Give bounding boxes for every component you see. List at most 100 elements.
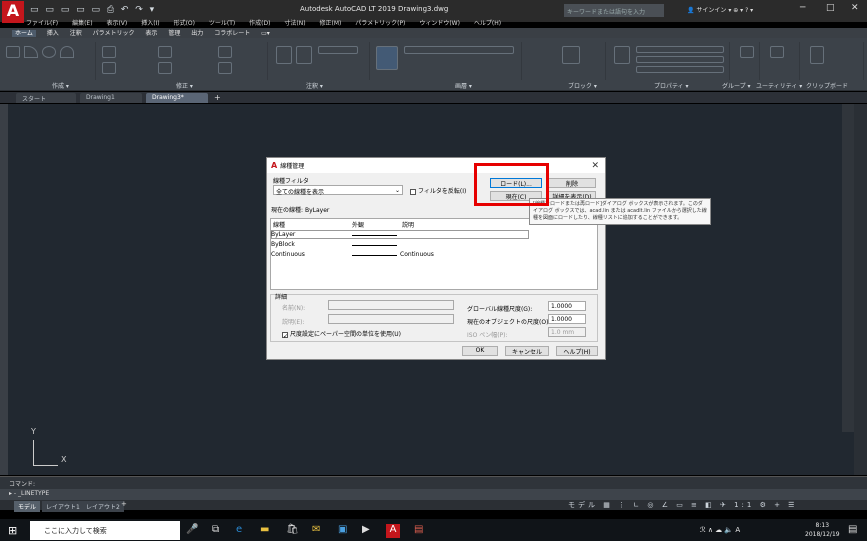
- sign-in-button[interactable]: 👤 サインイン ▾ ⊕ ▾ ? ▾: [687, 5, 753, 14]
- mail-icon[interactable]: ✉: [312, 524, 320, 535]
- insert-block-icon[interactable]: [562, 46, 580, 64]
- people-icon[interactable]: ℛ: [700, 526, 708, 534]
- linetype-name-continuous[interactable]: Continuous: [271, 251, 305, 258]
- panel-label-draw[interactable]: 作成 ▾: [52, 81, 69, 90]
- command-line[interactable]: ▸ - _LINETYPE: [0, 489, 867, 500]
- menu-dimension[interactable]: 寸法(N): [284, 20, 305, 27]
- column-header-appearance[interactable]: 外観: [352, 220, 364, 229]
- quick-access-toolbar[interactable]: ▭ ▭ ▭ ▭ ▭ ⎙ ↶ ↷ ▾: [30, 5, 156, 15]
- navigation-bar[interactable]: [842, 104, 854, 432]
- tab-collaborate[interactable]: コラボレート: [214, 30, 250, 37]
- notification-icon[interactable]: ▤: [848, 524, 857, 535]
- photos-icon[interactable]: ▣: [338, 524, 347, 535]
- tab-view[interactable]: 表示: [145, 30, 157, 37]
- menu-window[interactable]: ウィンドウ(W): [419, 20, 460, 27]
- column-header-description[interactable]: 説明: [402, 220, 414, 229]
- leader-tool-icon[interactable]: [318, 46, 358, 54]
- autocad-taskbar-icon[interactable]: A: [386, 524, 400, 538]
- linetype-dropdown[interactable]: [636, 56, 724, 63]
- dimension-tool-icon[interactable]: [296, 46, 312, 64]
- lineweight-dropdown[interactable]: [636, 66, 724, 73]
- panel-label-layers[interactable]: 画層 ▾: [455, 81, 472, 90]
- group-icon[interactable]: [740, 46, 754, 58]
- paste-icon[interactable]: [810, 46, 824, 64]
- minimize-button[interactable]: ─: [800, 3, 805, 13]
- description-input[interactable]: [328, 314, 454, 324]
- tab-layout1[interactable]: レイアウト1: [42, 501, 84, 512]
- panel-label-clipboard[interactable]: クリップボード: [806, 81, 848, 90]
- panel-label-properties[interactable]: プロパティ ▾: [654, 81, 689, 90]
- layer-dropdown[interactable]: [404, 46, 514, 54]
- tab-output[interactable]: 出力: [191, 30, 203, 37]
- checkbox-checked-icon[interactable]: ✓: [282, 331, 288, 340]
- model-space-button[interactable]: モデル: [568, 501, 598, 509]
- menu-format[interactable]: 形式(O): [174, 20, 195, 27]
- tab-drawing1[interactable]: Drawing1: [80, 93, 142, 103]
- menu-view[interactable]: 表示(V): [106, 20, 127, 27]
- tab-annotate[interactable]: 注釈: [70, 30, 82, 37]
- autocad-2-taskbar-icon[interactable]: ▤: [414, 524, 423, 535]
- match-properties-icon[interactable]: [614, 46, 630, 64]
- left-toolbar[interactable]: [0, 104, 8, 475]
- delete-button[interactable]: 削除: [548, 178, 596, 188]
- linetype-name-bylayer[interactable]: ByLayer: [271, 231, 295, 238]
- pen-width-select[interactable]: 1.0 mm: [548, 327, 586, 337]
- measure-icon[interactable]: [770, 46, 784, 58]
- add-layout-button[interactable]: +: [121, 500, 127, 508]
- paper-space-units-checkbox[interactable]: ✓ 尺度設定にペーパー空間の単位を使用(U): [282, 329, 401, 340]
- application-menu-button[interactable]: A: [2, 1, 24, 23]
- properties-palette-collapsed[interactable]: [854, 104, 867, 475]
- dialog-close-button[interactable]: ✕: [591, 161, 599, 171]
- object-scale-input[interactable]: 1.0000: [548, 314, 586, 324]
- edge-icon[interactable]: e: [236, 524, 242, 535]
- menu-draw[interactable]: 作成(D): [249, 20, 270, 27]
- help-search-input[interactable]: キーワードまたは語句を入力: [564, 4, 664, 17]
- tab-insert[interactable]: 挿入: [47, 30, 59, 37]
- ok-button[interactable]: OK: [462, 346, 498, 356]
- tab-parametric[interactable]: パラメトリック: [93, 30, 135, 37]
- taskbar-search-input[interactable]: ここに入力して検索: [30, 521, 180, 540]
- tab-manage[interactable]: 管理: [168, 30, 180, 37]
- system-tray[interactable]: ℛ ∧ ☁ 🔈 A: [700, 526, 740, 534]
- line-tool-icon[interactable]: [6, 46, 20, 58]
- status-bar[interactable]: モデル ▦ ⋮ ∟ ◎ ∠ ▭ ≡ ◧ ✈ 1:1 ⚙ + ☰: [568, 500, 797, 510]
- tab-model[interactable]: モデル: [14, 501, 41, 512]
- mirror-tool-icon[interactable]: [158, 62, 172, 74]
- menu-file[interactable]: ファイル(F): [26, 20, 58, 27]
- panel-label-group[interactable]: グループ ▾: [722, 81, 751, 90]
- panel-label-annotation[interactable]: 注釈 ▾: [306, 81, 323, 90]
- tab-drawing3[interactable]: Drawing3*: [146, 93, 208, 103]
- maximize-button[interactable]: □: [826, 3, 835, 13]
- ime-indicator[interactable]: A: [735, 526, 740, 534]
- name-input[interactable]: [328, 300, 454, 310]
- checkbox-icon[interactable]: [410, 188, 416, 195]
- new-tab-button[interactable]: +: [214, 93, 221, 102]
- media-icon[interactable]: ▶: [362, 524, 370, 535]
- ribbon-options-icon[interactable]: ▭▾: [261, 30, 270, 37]
- rotate-tool-icon[interactable]: [158, 46, 172, 58]
- menu-edit[interactable]: 編集(E): [72, 20, 92, 27]
- color-dropdown[interactable]: [636, 46, 724, 53]
- microphone-icon[interactable]: 🎤: [186, 524, 198, 535]
- linetype-list[interactable]: [270, 218, 598, 290]
- layer-properties-icon[interactable]: [376, 46, 398, 70]
- menu-modify[interactable]: 修正(M): [320, 20, 342, 27]
- linetype-name-byblock[interactable]: ByBlock: [271, 241, 295, 248]
- annotation-scale[interactable]: 1:1: [734, 501, 754, 509]
- arc-tool-icon[interactable]: [60, 46, 74, 58]
- panel-label-modify[interactable]: 修正 ▾: [176, 81, 193, 90]
- menu-tools[interactable]: ツール(T): [209, 20, 235, 27]
- text-tool-icon[interactable]: [276, 46, 292, 64]
- panel-label-block[interactable]: ブロック ▾: [568, 81, 597, 90]
- store-icon[interactable]: 🛍: [286, 524, 299, 535]
- menu-parametric[interactable]: パラメトリック(P): [355, 20, 405, 27]
- tab-start[interactable]: スタート: [16, 93, 76, 103]
- help-button[interactable]: ヘルプ(H): [556, 346, 598, 356]
- list-item-selected[interactable]: [271, 230, 529, 239]
- panel-label-utilities[interactable]: ユーティリティ ▾: [756, 81, 802, 90]
- volume-icon[interactable]: 🔈: [724, 526, 735, 534]
- clock[interactable]: 8:13 2018/12/19: [805, 521, 840, 539]
- cancel-button[interactable]: キャンセル: [505, 346, 549, 356]
- polyline-tool-icon[interactable]: [24, 46, 38, 58]
- invert-filter-checkbox[interactable]: フィルタを反転(I): [410, 186, 466, 195]
